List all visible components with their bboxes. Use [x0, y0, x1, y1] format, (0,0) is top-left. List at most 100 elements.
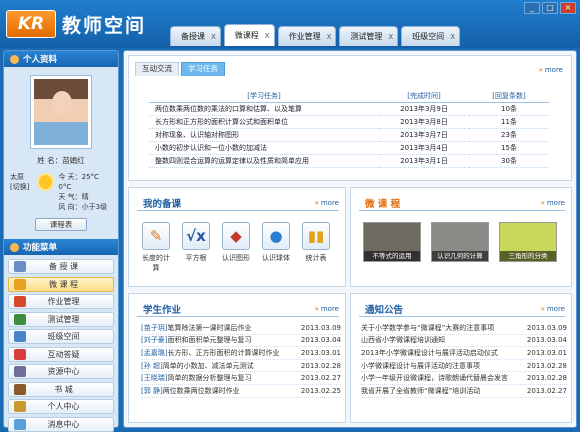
notices-panel: 通知公告 more 关于小学数学参与“微课程”大赛的注意事项 2013.03.09… [350, 293, 572, 423]
divider [137, 210, 339, 211]
task-title[interactable]: 小数的初步认识和一位小数的加减法 [149, 141, 379, 156]
today-temp: 今 天：25°C 0°C [58, 173, 99, 191]
tab-homework[interactable]: 作业管理 X [277, 26, 337, 46]
course-schedule-button[interactable]: 课程表 [35, 218, 87, 231]
micro-course-thumbnail[interactable]: 不等式的运用 [363, 222, 421, 262]
lesson-tool[interactable]: ▮▮ 统计表 [299, 222, 333, 263]
weather-widget: 太原 [切换] 今 天：25°C 0°C 天 气：晴 风 向：小于3级 [10, 172, 112, 212]
list-item[interactable]: [孙 超]简单的小数加、减法单元测试 2013.02.28 [141, 360, 341, 373]
task-date: 2013年3月7日 [379, 128, 469, 143]
menu-item[interactable]: 班级空间 [8, 329, 114, 344]
table-row[interactable]: 小数的初步认识和一位小数的加减法 2013年3月4日 15条 [149, 141, 549, 156]
main-content: 互动交流 学习任务 more [学习任务] [完成时间] [回复条数] 两位数乘… [123, 50, 577, 428]
lesson-tool[interactable]: ◆ 认识图形 [219, 222, 253, 263]
my-lessons-panel: 我的备课 more ✎ 长度的计算 √x 平方根 ◆ 认识图形 ● 认识球体 ▮▮ 统计表 [128, 187, 346, 287]
menu-item-label: 测试管理 [47, 314, 80, 324]
tab-close-icon[interactable]: X [388, 33, 393, 41]
homework-list: [苗子玥]笔算除法第一课时课后作业 2013.03.09 [刘子豪]面积和面积单元整… [141, 322, 341, 398]
task-title[interactable]: 对称现象、认识轴对称图形 [149, 128, 379, 143]
menu-item[interactable]: 个人中心 [8, 399, 114, 414]
menu-item[interactable]: 互动答疑 [8, 346, 114, 362]
name-label: 姓 名： [37, 156, 63, 165]
homework-text: [孟嘉璐]长方形、正方形面积的计算课时作业 [141, 348, 297, 358]
tab-class-space[interactable]: 班级空间 X [401, 26, 460, 46]
name-value: 苗娟红 [62, 156, 85, 165]
function-menu-label: 功能菜单 [23, 243, 58, 253]
task-title[interactable]: 整数四则混合运算的运算定律以及性质和简单应用 [149, 154, 379, 169]
menu-item[interactable]: 消息中心 [8, 416, 114, 432]
homework-title: 长方形、正方形面积的计算课时作业 [167, 348, 280, 357]
table-row[interactable]: 长方形和正方形的面积计算公式和面积单位 2013年3月8日 11条 [149, 115, 549, 129]
lesson-tool[interactable]: ● 认识球体 [259, 222, 293, 263]
list-item[interactable]: 关于小学数学参与“微课程”大赛的注意事项 2013.03.09 [361, 322, 567, 335]
video-thumbnail: 三角形的分类 [499, 222, 557, 262]
avatar [30, 75, 92, 149]
list-item[interactable]: [刘子豪]面积和面积单元整理与复习 2013.03.04 [141, 335, 341, 348]
tab-label: 作业管理 [288, 32, 321, 41]
notice-date: 2013.02.28 [526, 374, 567, 383]
lessons-more-link[interactable]: more [315, 199, 339, 207]
menu-item[interactable]: 资源中心 [8, 364, 114, 379]
homework-text: [王晓瑞]简单的数据分析整理与复习 [141, 373, 297, 383]
close-window-button[interactable]: × [560, 2, 576, 14]
tasks-more-link[interactable]: more [539, 66, 563, 74]
tab-label: 微课程 [234, 31, 259, 40]
weather-condition: 天 气：晴 [58, 193, 89, 201]
homework-more-link[interactable]: more [315, 305, 339, 313]
homework-text: [郭 静]两位数乘两位数课时作业 [141, 386, 297, 396]
micro-course-more-link[interactable]: more [541, 199, 565, 207]
list-item[interactable]: 山西省小学微课程培训通知 2013.03.04 [361, 335, 567, 348]
menu-item[interactable]: 书 城 [8, 381, 114, 397]
books-icon [14, 383, 26, 395]
task-title[interactable]: 长方形和正方形的面积计算公式和面积单位 [149, 115, 379, 129]
list-item[interactable]: [苗子玥]笔算除法第一课时课后作业 2013.03.09 [141, 322, 341, 335]
list-item[interactable]: 2013年小学微课程设计与展评活动启动仪式 2013.03.01 [361, 347, 567, 360]
window-controls: _ □ × [524, 2, 576, 14]
lesson-tool[interactable]: ✎ 长度的计算 [139, 222, 173, 273]
wind: 风 向：小于3级 [58, 203, 108, 211]
menu-item[interactable]: 作业管理 [8, 294, 114, 309]
task-date: 2013年3月8日 [379, 115, 469, 129]
tab-close-icon[interactable]: X [265, 32, 270, 40]
menu-item[interactable]: 微 课 程 [8, 276, 114, 292]
list-item[interactable]: 我省开展了全省教师“微课程”培训活动 2013.02.27 [361, 385, 567, 398]
list-item[interactable]: [郭 静]两位数乘两位数课时作业 2013.02.25 [141, 385, 341, 398]
notices-more-link[interactable]: more [541, 305, 565, 313]
micro-course-thumbnail[interactable]: 三角形的分类 [499, 222, 557, 262]
switch-city-link[interactable]: [切换] [10, 182, 39, 192]
tab-prep[interactable]: 备授课 X [170, 26, 221, 46]
notice-title: 关于小学数学参与“微课程”大赛的注意事项 [361, 323, 495, 332]
minimize-button[interactable]: _ [524, 2, 540, 14]
tab-close-icon[interactable]: X [450, 33, 455, 41]
tab-learning-tasks[interactable]: 学习任务 [181, 62, 225, 76]
menu-item[interactable]: 测试管理 [8, 311, 114, 327]
task-title[interactable]: 两位数乘两位数的乘法的口算和估算、以及笔算 [149, 102, 379, 116]
task-reply-count: 10条 [469, 102, 549, 116]
tab-interaction[interactable]: 互动交流 [135, 62, 179, 76]
tool-label: 平方根 [185, 254, 207, 262]
divider [359, 316, 565, 317]
maximize-button[interactable]: □ [542, 2, 558, 14]
list-item[interactable]: [孟嘉璐]长方形、正方形面积的计算课时作业 2013.03.01 [141, 347, 341, 360]
tab-test[interactable]: 测试管理 X [339, 26, 399, 46]
video-thumbnail: 认识几何的计算 [431, 222, 489, 262]
list-item[interactable]: 小学一年级开设微课程，诗歌朗诵代替晨会发言 2013.02.28 [361, 372, 567, 385]
book-icon [14, 261, 26, 272]
list-item[interactable]: [王晓瑞]简单的数据分析整理与复习 2013.02.27 [141, 372, 341, 385]
tab-close-icon[interactable]: X [211, 33, 216, 41]
profile-header-label: 个人资料 [23, 55, 58, 65]
tab-close-icon[interactable]: X [327, 33, 332, 41]
city-name: 太原 [10, 173, 24, 181]
tab-micro-course[interactable]: 微课程 X [223, 24, 275, 46]
thumbnail-caption: 不等式的运用 [364, 251, 420, 261]
tool-label: 认识图形 [222, 254, 250, 262]
micro-course-thumbnail[interactable]: 认识几何的计算 [431, 222, 489, 262]
table-row[interactable]: 两位数乘两位数的乘法的口算和估算、以及笔算 2013年3月9日 10条 [149, 102, 549, 116]
lesson-tool[interactable]: √x 平方根 [179, 222, 213, 263]
divider [359, 210, 565, 211]
list-item[interactable]: 小学微课程设计与展评活动的注意事项 2013.02.28 [361, 360, 567, 373]
table-row[interactable]: 整数四则混合运算的运算定律以及性质和简单应用 2013年3月1日 30条 [149, 154, 549, 169]
table-row[interactable]: 对称现象、认识轴对称图形 2013年3月7日 23条 [149, 128, 549, 143]
task-reply-count: 30条 [469, 154, 549, 169]
menu-item[interactable]: 备 授 课 [8, 259, 114, 274]
